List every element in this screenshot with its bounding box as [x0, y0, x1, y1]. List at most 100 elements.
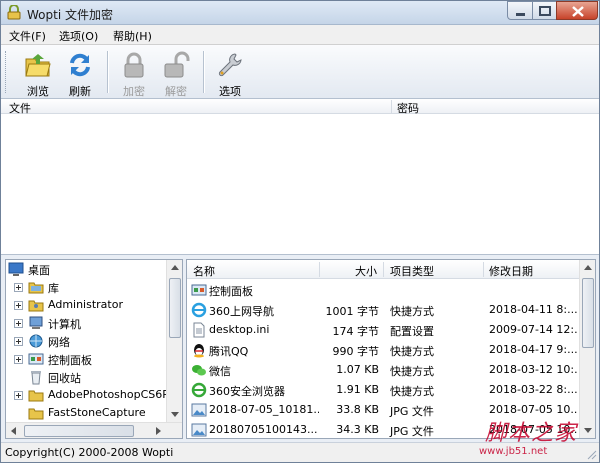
- expand-icon[interactable]: [14, 391, 23, 400]
- maximize-icon: [539, 6, 551, 16]
- tree-item-administrator[interactable]: Administrator: [6, 296, 168, 314]
- file-row[interactable]: 360上网导航 1001 字节 快捷方式 2018-04-11 8:...: [187, 300, 579, 320]
- desktop-icon: [8, 262, 24, 276]
- tree-item-computer[interactable]: 计算机: [6, 314, 168, 332]
- encrypt-label: 加密: [123, 85, 145, 98]
- column-name[interactable]: 名称: [193, 263, 215, 279]
- tree-item-faststone[interactable]: FastStoneCapture: [6, 404, 168, 422]
- detail-vertical-scrollbar[interactable]: [579, 260, 595, 438]
- menu-bar: 文件(F) 选项(O) 帮助(H): [1, 25, 599, 45]
- expand-icon[interactable]: [14, 301, 23, 310]
- scroll-up-icon[interactable]: [167, 260, 183, 276]
- scroll-right-icon[interactable]: [150, 423, 166, 439]
- column-size[interactable]: 大小: [355, 263, 377, 279]
- menu-file[interactable]: 文件(F): [9, 28, 46, 44]
- tree-label: AdobePhotoshopCS6P: [48, 388, 169, 401]
- file-type: 快捷方式: [390, 385, 434, 398]
- tree-label: 桌面: [28, 264, 50, 277]
- detail-scroll-thumb[interactable]: [582, 278, 594, 348]
- scroll-down-icon[interactable]: [167, 406, 183, 422]
- column-divider[interactable]: [483, 262, 484, 277]
- file-size: 174 字节: [332, 325, 380, 338]
- menu-options[interactable]: 选项(O): [59, 28, 98, 44]
- library-icon: [28, 282, 44, 294]
- column-divider[interactable]: [383, 262, 384, 277]
- network-icon: [29, 334, 43, 348]
- file-type: JPG 文件: [390, 405, 434, 418]
- file-date: 2009-07-14 12:...: [489, 323, 577, 336]
- file-size: 1.91 KB: [336, 383, 379, 396]
- resize-grip-icon[interactable]: [585, 448, 597, 460]
- file-date: 2018-03-22 8:...: [489, 383, 577, 396]
- encrypt-button[interactable]: 加密: [115, 47, 153, 98]
- file-row[interactable]: 微信 1.07 KB 快捷方式 2018-03-12 10:...: [187, 360, 579, 380]
- watermark-logo: 脚本之家: [485, 421, 578, 446]
- tree-item-recycle-bin[interactable]: 回收站: [6, 368, 168, 386]
- tree-scroll-thumb[interactable]: [169, 278, 181, 338]
- toolbar: 浏览 刷新 加密 解密 选项: [1, 45, 599, 99]
- refresh-icon: [70, 53, 90, 77]
- tree-label: 控制面板: [48, 354, 92, 367]
- tree-item-desktop[interactable]: 桌面: [6, 260, 168, 278]
- tree-hscroll-thumb[interactable]: [24, 425, 134, 437]
- file-name: 微信: [209, 365, 231, 378]
- copyright-text: Copyright(C) 2000-2008 Wopti: [5, 446, 174, 459]
- file-row[interactable]: desktop.ini 174 字节 配置设置 2009-07-14 12:..…: [187, 320, 579, 340]
- title-bar[interactable]: Wopti 文件加密: [1, 1, 599, 25]
- column-password[interactable]: 密码: [397, 100, 419, 116]
- toolbar-separator: [107, 51, 109, 93]
- file-name: 腾讯QQ: [209, 345, 249, 358]
- file-size: 34.3 KB: [336, 423, 379, 436]
- minimize-button[interactable]: [507, 1, 533, 20]
- close-icon: [572, 6, 584, 17]
- file-type: 快捷方式: [390, 365, 434, 378]
- scroll-left-icon[interactable]: [6, 423, 22, 439]
- tree-item-network[interactable]: 网络: [6, 332, 168, 350]
- expand-icon[interactable]: [14, 283, 23, 292]
- file-size: 990 字节: [332, 345, 380, 358]
- decrypt-button[interactable]: 解密: [157, 47, 195, 98]
- tree-item-photoshop[interactable]: AdobePhotoshopCS6P: [6, 386, 169, 404]
- tree-vertical-scrollbar[interactable]: [166, 260, 182, 422]
- scroll-down-icon[interactable]: [580, 422, 596, 438]
- tree-label: FastStoneCapture: [48, 406, 146, 419]
- refresh-button[interactable]: 刷新: [61, 47, 99, 98]
- tree-label: 回收站: [48, 372, 81, 385]
- tree-label: 库: [48, 282, 59, 295]
- wrench-icon: [218, 53, 242, 77]
- tree-item-library[interactable]: 库: [6, 278, 168, 296]
- scroll-up-icon[interactable]: [580, 260, 596, 276]
- column-divider[interactable]: [391, 100, 392, 113]
- options-button[interactable]: 选项: [211, 47, 249, 98]
- file-name: 2018-07-05_10181...: [209, 403, 319, 416]
- tree-label: 计算机: [48, 318, 81, 331]
- tree-label: 网络: [48, 336, 70, 349]
- file-row[interactable]: 控制面板: [187, 280, 579, 300]
- folder-open-icon: [25, 54, 51, 77]
- control-panel-icon: [191, 284, 207, 296]
- maximize-button[interactable]: [532, 1, 557, 20]
- encrypted-file-list[interactable]: 文件 密码: [1, 99, 599, 255]
- tree-horizontal-scrollbar[interactable]: [6, 422, 182, 438]
- close-button[interactable]: [556, 1, 598, 20]
- file-date: 2018-04-11 8:...: [489, 303, 577, 316]
- expand-icon[interactable]: [14, 319, 23, 328]
- file-date: 2018-04-17 9:...: [489, 343, 577, 356]
- column-divider[interactable]: [319, 262, 320, 277]
- file-name: 360安全浏览器: [209, 385, 285, 398]
- column-type[interactable]: 项目类型: [390, 263, 434, 279]
- file-row[interactable]: 360安全浏览器 1.91 KB 快捷方式 2018-03-22 8:...: [187, 380, 579, 400]
- folder-icon: [28, 390, 44, 402]
- computer-icon: [29, 316, 43, 329]
- menu-help[interactable]: 帮助(H): [113, 28, 152, 44]
- file-row[interactable]: 腾讯QQ 990 字节 快捷方式 2018-04-17 9:...: [187, 340, 579, 360]
- folder-tree[interactable]: 桌面 库 Administrator 计算机 网络 控制面板 回收站 Adobe…: [5, 259, 183, 439]
- browse-button[interactable]: 浏览: [19, 47, 57, 98]
- watermark-url: www.jb51.net: [479, 446, 548, 457]
- expand-icon[interactable]: [14, 337, 23, 346]
- tree-item-control-panel[interactable]: 控制面板: [6, 350, 168, 368]
- file-detail-list[interactable]: 名称 大小 项目类型 修改日期 控制面板 360上网导航 1001 字节 快捷方…: [186, 259, 596, 439]
- expand-icon[interactable]: [14, 355, 23, 364]
- column-file[interactable]: 文件: [9, 100, 31, 116]
- column-date[interactable]: 修改日期: [489, 263, 533, 279]
